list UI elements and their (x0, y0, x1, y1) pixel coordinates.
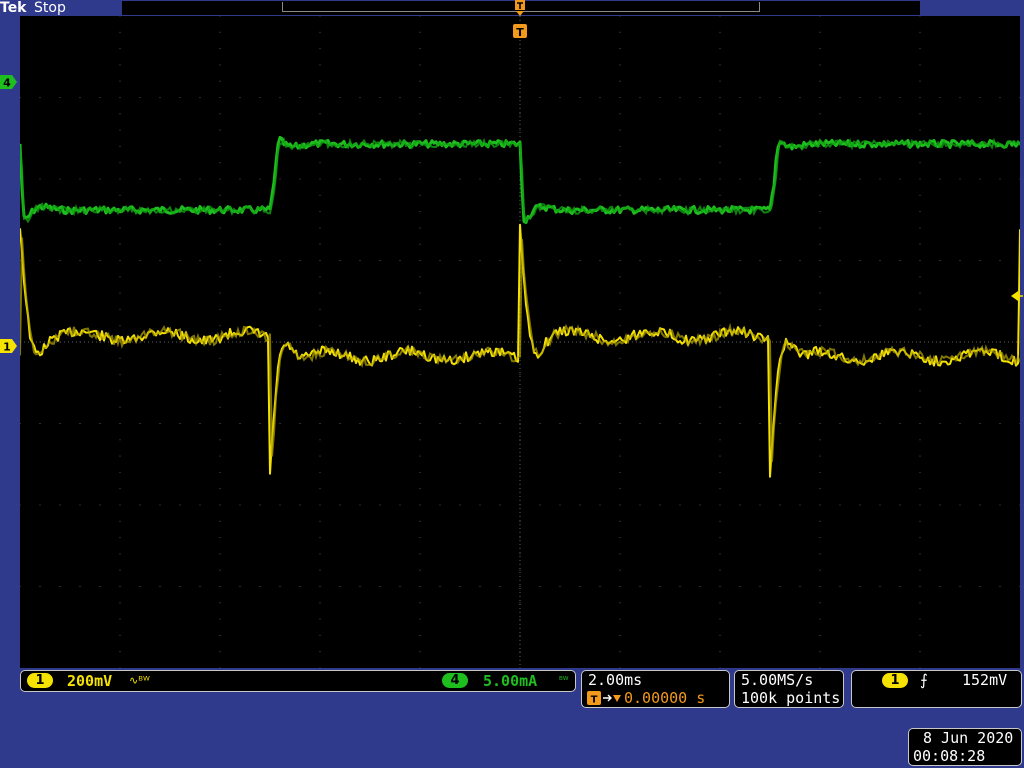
ch1-badge[interactable]: 1 (27, 673, 53, 688)
trigger-level-marker[interactable] (1008, 288, 1024, 304)
acquisition-readout[interactable]: 5.00MS/s 100k points (734, 670, 844, 708)
trigger-delay-icon: T (587, 691, 621, 706)
tek-logo: Tek (0, 0, 27, 16)
ch1-ground-marker[interactable]: 1 (0, 338, 18, 354)
ch4-scale: 5.00mA (483, 672, 538, 690)
trigger-position-marker[interactable]: T (512, 22, 528, 40)
datetime-readout: 8 Jun 2020 00:08:28 (908, 728, 1022, 766)
time-per-division: 2.00ms (588, 671, 643, 689)
waveform-graticule[interactable] (20, 16, 1020, 668)
record-length: 100k points (741, 689, 841, 707)
channel-readout[interactable]: 1 200mV ∿ᴮᵂ 4 5.00mA ᴮᵂ (20, 670, 576, 692)
time: 00:08:28 (913, 747, 986, 765)
trigger-source-badge[interactable]: 1 (882, 673, 908, 688)
ch4-badge[interactable]: 4 (442, 673, 468, 688)
trigger-delay-value: 0.00000 s (624, 689, 706, 707)
date: 8 Jun 2020 (923, 729, 1014, 747)
ch4-marker-label: 4 (3, 77, 11, 90)
rising-edge-icon: ⨍ (920, 671, 928, 689)
ac-coupling-icon: ∿ᴮᵂ (129, 674, 150, 687)
svg-text:T: T (591, 695, 598, 706)
trigger-marker-label: T (516, 26, 524, 39)
record-trigger-position-icon (515, 0, 525, 16)
horizontal-readout[interactable]: 2.00ms T 0.00000 s (581, 670, 730, 708)
ch1-scale: 200mV (67, 672, 113, 690)
ch4-ground-marker[interactable]: 4 (0, 74, 18, 90)
trigger-readout[interactable]: 1 ⨍ 152mV (851, 670, 1022, 708)
bandwidth-icon: ᴮᵂ (559, 676, 569, 686)
graticule-grid (20, 16, 1020, 668)
sample-rate: 5.00MS/s (741, 671, 814, 689)
ch1-marker-label: 1 (3, 341, 11, 354)
trigger-level: 152mV (962, 671, 1008, 689)
acquisition-status: Stop (34, 0, 66, 16)
